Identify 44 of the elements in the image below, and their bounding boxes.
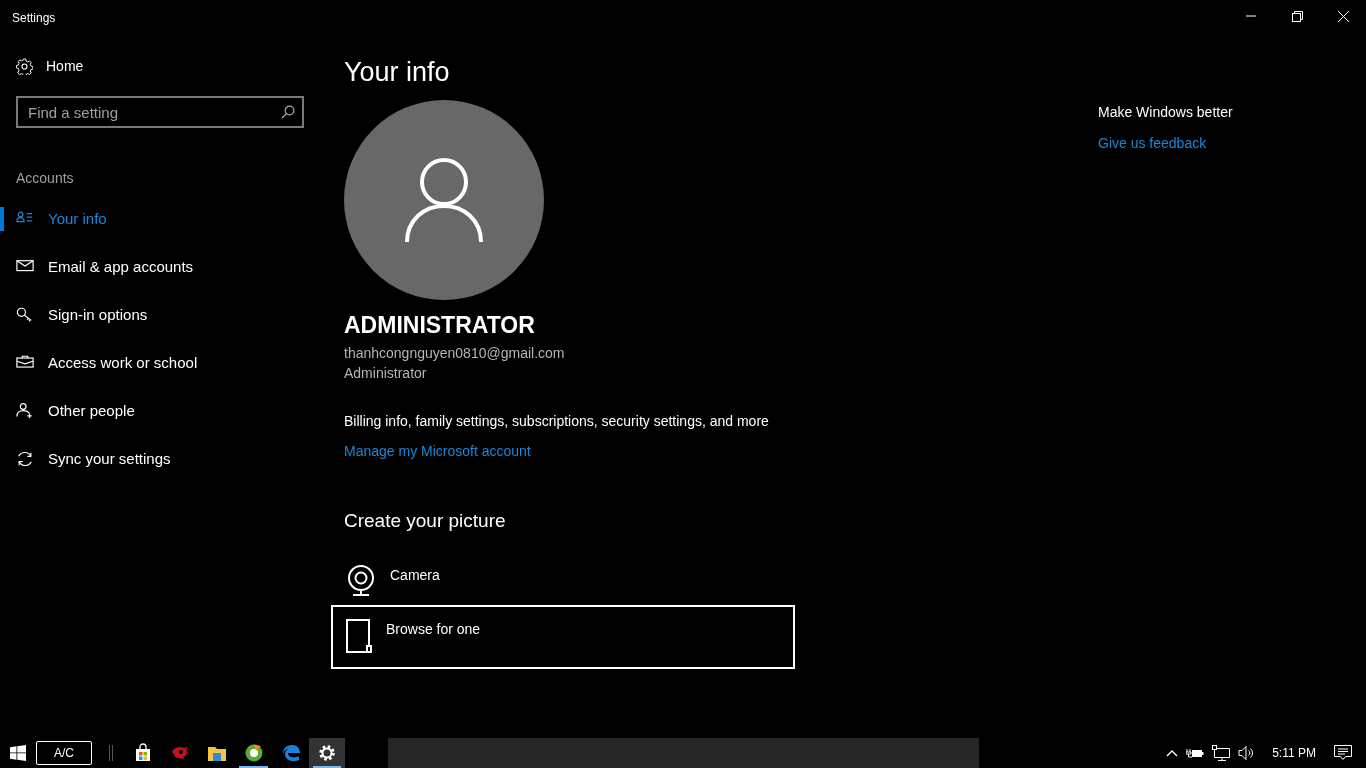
manage-account-link[interactable]: Manage my Microsoft account bbox=[344, 442, 531, 459]
taskbar-app[interactable] bbox=[309, 738, 345, 768]
restore-icon bbox=[1291, 10, 1303, 22]
edge-icon bbox=[280, 743, 301, 763]
nav-item[interactable]: Email & app accounts bbox=[0, 243, 304, 291]
user-email: thanhcongnguyen0810@gmail.com bbox=[344, 343, 566, 363]
nav-item[interactable]: Sign-in options bbox=[0, 291, 304, 339]
account-type: Administrator bbox=[344, 363, 428, 383]
webcam-icon bbox=[346, 565, 376, 597]
window-title: Settings bbox=[11, 10, 56, 27]
ring-logo-icon bbox=[243, 743, 264, 763]
section-label: Accounts bbox=[16, 169, 75, 188]
taskbar-grip bbox=[109, 745, 113, 761]
windows-logo-icon bbox=[10, 745, 26, 761]
search-icon bbox=[281, 105, 295, 119]
power-status-button[interactable]: A/C bbox=[36, 741, 92, 765]
sync-icon bbox=[16, 450, 34, 468]
aside-heading: Make Windows better bbox=[1098, 103, 1233, 122]
picture-option[interactable]: Camera bbox=[331, 551, 795, 607]
network-icon[interactable] bbox=[1212, 745, 1231, 761]
person-add-icon bbox=[16, 402, 34, 420]
user-name: ADMINISTRATOR bbox=[344, 311, 536, 340]
nav-item[interactable]: Access work or school bbox=[0, 339, 304, 387]
section-heading: Create your picture bbox=[344, 508, 507, 533]
battery-plug-icon[interactable] bbox=[1186, 747, 1205, 759]
document-icon bbox=[346, 619, 372, 653]
close-icon bbox=[1337, 10, 1349, 22]
page-title: Your info bbox=[344, 56, 451, 88]
chevron-up-icon[interactable] bbox=[1166, 749, 1179, 757]
gear-icon bbox=[317, 743, 337, 763]
person-icon bbox=[404, 156, 484, 244]
gear-icon bbox=[16, 58, 33, 75]
feedback-link[interactable]: Give us feedback bbox=[1098, 135, 1207, 151]
notification-icon[interactable] bbox=[1334, 745, 1352, 761]
picture-option[interactable]: Browse for one bbox=[331, 605, 795, 669]
key-icon bbox=[16, 306, 34, 324]
nav-item[interactable]: Sync your settings bbox=[0, 435, 304, 483]
clock[interactable]: 5:11 PM bbox=[1272, 744, 1316, 762]
nav-item[interactable]: Your info bbox=[0, 195, 304, 243]
volume-icon[interactable] bbox=[1238, 745, 1255, 761]
home-link[interactable]: Home bbox=[16, 56, 84, 77]
nav-item[interactable]: Other people bbox=[0, 387, 304, 435]
search-field[interactable]: Find a setting bbox=[16, 96, 304, 128]
description: Billing info, family settings, subscriptions, security settings, and more bbox=[344, 411, 770, 431]
